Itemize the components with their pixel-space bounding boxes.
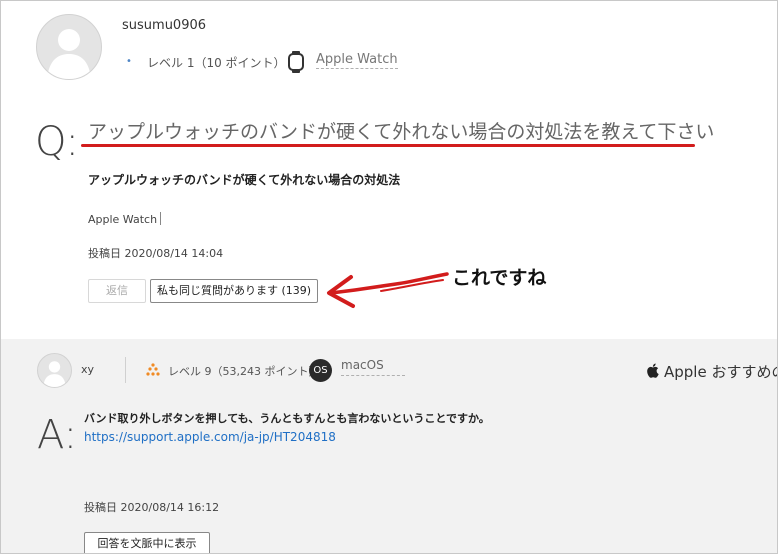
answer-avatar[interactable] <box>37 353 72 388</box>
question-mark-label: Q: <box>35 119 79 165</box>
red-underline-annotation <box>81 144 695 147</box>
answer-level: レベル 9（53,243 ポイント） <box>168 365 320 378</box>
apple-watch-icon <box>288 51 304 73</box>
user-silhouette-icon <box>43 361 66 387</box>
question-tag[interactable]: Apple Watch <box>88 212 161 226</box>
answer-mark-label: A: <box>37 412 78 458</box>
support-link[interactable]: https://support.apple.com/ja-jp/HT204818 <box>84 430 336 444</box>
apple-recommended-label: Apple おすすめの回答 <box>664 363 777 381</box>
divider <box>125 357 126 383</box>
page-frame: susumu0906 • レベル 1（10 ポイント） Apple Watch … <box>0 0 778 554</box>
reply-button[interactable]: 返信 <box>88 279 146 303</box>
answer-body: バンド取り外しボタンを押しても、うんともすんとも言わないということですか。 <box>84 412 490 425</box>
macos-badge-icon: OS <box>309 359 332 382</box>
community-link-apple-watch[interactable]: Apple Watch <box>316 52 398 69</box>
answer-posted-date: 投稿日 2020/08/14 16:12 <box>84 501 220 514</box>
apple-logo-icon <box>647 363 659 378</box>
level-bullet: • <box>126 56 132 67</box>
same-question-button[interactable]: 私も同じ質問があります (139) <box>150 279 318 303</box>
red-arrow-annotation <box>327 272 449 308</box>
community-link-macos[interactable]: macOS <box>341 358 405 376</box>
question-section: susumu0906 • レベル 1（10 ポイント） Apple Watch … <box>1 1 777 339</box>
question-avatar[interactable] <box>36 14 102 80</box>
annotation-text: これですね <box>452 267 547 289</box>
answer-section: xy レベル 9（53,243 ポイント） OS macOS Apple おすす… <box>1 339 777 553</box>
question-posted-date: 投稿日 2020/08/14 14:04 <box>88 247 224 260</box>
question-body: アップルウォッチのバンドが硬くて外れない場合の対処法 <box>88 173 401 187</box>
answer-username[interactable]: xy <box>81 363 94 376</box>
question-username[interactable]: susumu0906 <box>122 18 206 33</box>
level-badge-icon <box>146 363 160 376</box>
question-title: アップルウォッチのバンドが硬くて外れない場合の対処法を教えて下さい <box>88 121 715 143</box>
user-silhouette-icon <box>47 29 91 79</box>
question-level: レベル 1（10 ポイント） <box>147 56 286 70</box>
view-in-context-button[interactable]: 回答を文脈中に表示 <box>84 532 210 553</box>
